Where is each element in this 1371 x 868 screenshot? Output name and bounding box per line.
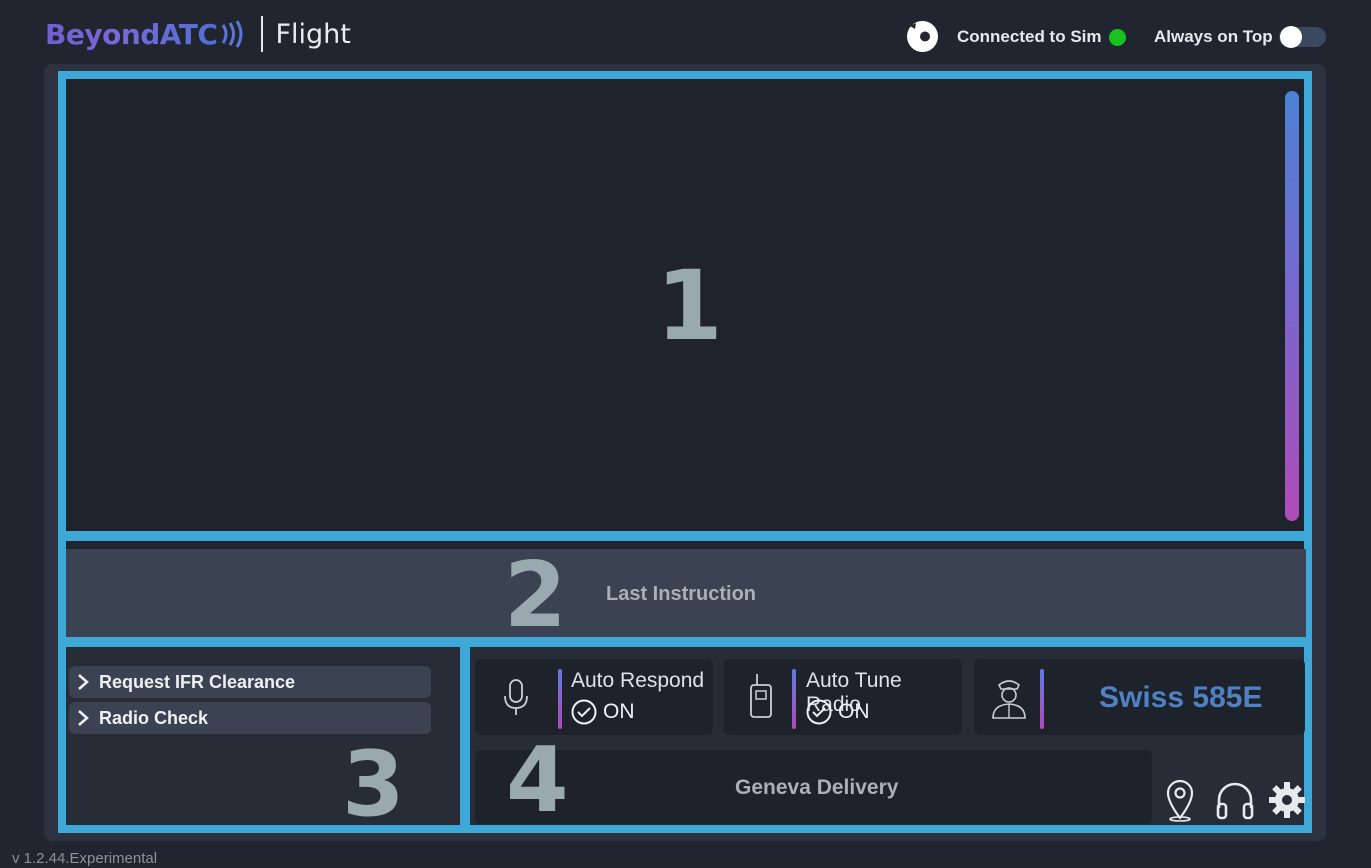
- request-ifr-clearance-button[interactable]: Request IFR Clearance: [69, 666, 431, 698]
- sim-icon[interactable]: [906, 20, 939, 53]
- app-logo: BeyondATC Flight: [45, 14, 351, 54]
- auto-respond-state: ON: [571, 699, 635, 725]
- always-on-top-toggle[interactable]: [1279, 26, 1326, 48]
- action-label: Request IFR Clearance: [99, 671, 296, 692]
- product-name: Flight: [275, 18, 351, 50]
- radio-icon: [750, 674, 772, 718]
- callsign-text: Swiss 585E: [1099, 681, 1263, 714]
- state-value: ON: [603, 700, 635, 723]
- card-divider: [558, 669, 562, 729]
- region-label-1: 1: [656, 250, 723, 362]
- radio-waves-icon: [222, 20, 243, 48]
- callsign-card[interactable]: Swiss 585E: [974, 659, 1305, 735]
- auto-respond-title: Auto Respond: [571, 669, 705, 692]
- pilot-icon: [992, 680, 1026, 719]
- card-divider: [792, 669, 796, 729]
- card-divider: [1040, 669, 1044, 729]
- chevron-right-icon: [78, 710, 89, 726]
- version-label: v 1.2.44.Experimental: [12, 850, 158, 867]
- brand-name: BeyondATC: [45, 17, 218, 51]
- chevron-right-icon: [78, 674, 89, 690]
- region-label-3: 3: [342, 732, 405, 837]
- state-value: ON: [838, 700, 870, 723]
- frequency-label: Geneva Delivery: [735, 776, 899, 799]
- region-label-4: 4: [506, 728, 569, 833]
- check-circle-icon: [806, 699, 832, 725]
- connection-status-indicator: [1109, 29, 1126, 46]
- logo-divider: [261, 16, 264, 52]
- action-label: Radio Check: [99, 707, 209, 728]
- auto-tune-radio-card[interactable]: Auto Tune Radio ON: [724, 659, 962, 735]
- always-on-top-label: Always on Top: [1154, 27, 1273, 46]
- connection-status-label: Connected to Sim: [957, 27, 1102, 46]
- microphone-icon: [504, 679, 528, 715]
- radio-check-button[interactable]: Radio Check: [69, 702, 431, 734]
- auto-respond-card[interactable]: Auto Respond ON: [475, 659, 713, 735]
- gear-icon[interactable]: [1266, 778, 1308, 822]
- check-circle-icon: [571, 699, 597, 725]
- region-label-2: 2: [504, 543, 567, 648]
- toggle-knob[interactable]: [1280, 26, 1302, 48]
- headphones-icon[interactable]: [1214, 778, 1256, 822]
- transcript-scrollbar[interactable]: [1285, 91, 1299, 521]
- last-instruction-text: Last Instruction: [606, 583, 757, 605]
- map-pin-icon[interactable]: [1160, 778, 1202, 822]
- auto-tune-state: ON: [806, 699, 870, 725]
